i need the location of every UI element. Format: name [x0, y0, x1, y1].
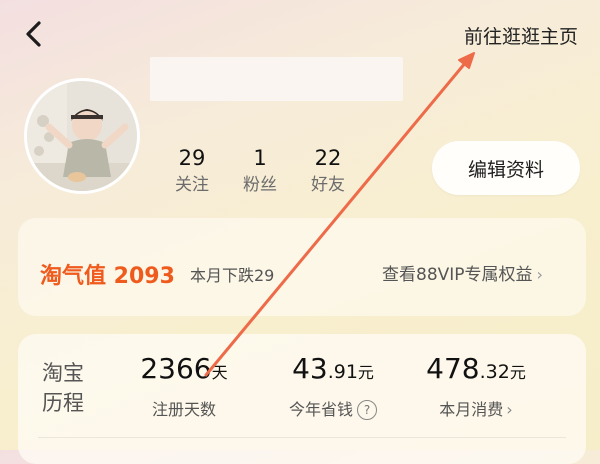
stat-followers[interactable]: 1 粉丝	[226, 146, 294, 195]
chevron-right-icon: ›	[536, 265, 543, 284]
chevron-right-icon: ›	[506, 400, 513, 419]
username-redacted	[150, 57, 403, 101]
saved-label: 今年省钱	[288, 400, 353, 419]
divider	[38, 437, 566, 438]
friends-label: 好友	[311, 175, 345, 195]
taoqi-change: 本月下跌29	[190, 266, 275, 285]
back-button[interactable]	[22, 18, 50, 52]
metric-saved-this-year[interactable]: 43.91元 今年省钱?	[278, 352, 388, 420]
spending-frac: .32	[479, 361, 510, 383]
chevron-left-icon	[26, 21, 41, 47]
spending-unit: 元	[509, 363, 526, 382]
taobao-history-card: 淘宝 历程 2366天 注册天数 43.91元 今年省钱? 478.32元 本月…	[18, 334, 586, 464]
taoqi-card: 淘气值 2093 本月下跌29 查看88VIP专属权益 ›	[18, 218, 586, 316]
saved-int: 43	[292, 352, 328, 385]
history-title-line2: 历程	[42, 391, 84, 415]
avatar[interactable]	[24, 78, 140, 194]
taoqi-value: 淘气值 2093	[40, 264, 175, 289]
edit-profile-button[interactable]: 编辑资料	[432, 141, 580, 195]
history-title: 淘宝 历程	[42, 358, 102, 418]
spending-int: 478	[426, 352, 480, 385]
followers-count: 1	[253, 146, 267, 170]
stat-friends[interactable]: 22 好友	[294, 146, 362, 195]
history-title-line1: 淘宝	[42, 361, 84, 385]
registered-days-value: 2366	[140, 352, 212, 385]
help-icon[interactable]: ?	[357, 400, 377, 420]
metric-registered-days[interactable]: 2366天 注册天数	[136, 352, 232, 420]
registered-days-unit: 天	[211, 363, 228, 382]
followers-label: 粉丝	[243, 175, 277, 195]
metric-monthly-spending[interactable]: 478.32元 本月消费 ›	[418, 352, 534, 420]
profile-stats: 29 关注 1 粉丝 22 好友	[158, 146, 362, 195]
registered-days-label: 注册天数	[151, 400, 216, 419]
stat-following[interactable]: 29 关注	[158, 146, 226, 195]
baby-avatar-photo	[27, 81, 137, 191]
homepage-link[interactable]: 前往逛逛主页	[464, 22, 578, 49]
saved-unit: 元	[357, 363, 374, 382]
saved-frac: .91	[327, 361, 358, 383]
vip-benefits-link[interactable]: 查看88VIP专属权益 ›	[382, 260, 543, 285]
friends-count: 22	[314, 146, 342, 170]
spending-label: 本月消费	[439, 400, 504, 419]
following-count: 29	[178, 146, 206, 170]
vip-benefits-label: 查看88VIP专属权益	[382, 265, 533, 285]
following-label: 关注	[175, 175, 209, 195]
